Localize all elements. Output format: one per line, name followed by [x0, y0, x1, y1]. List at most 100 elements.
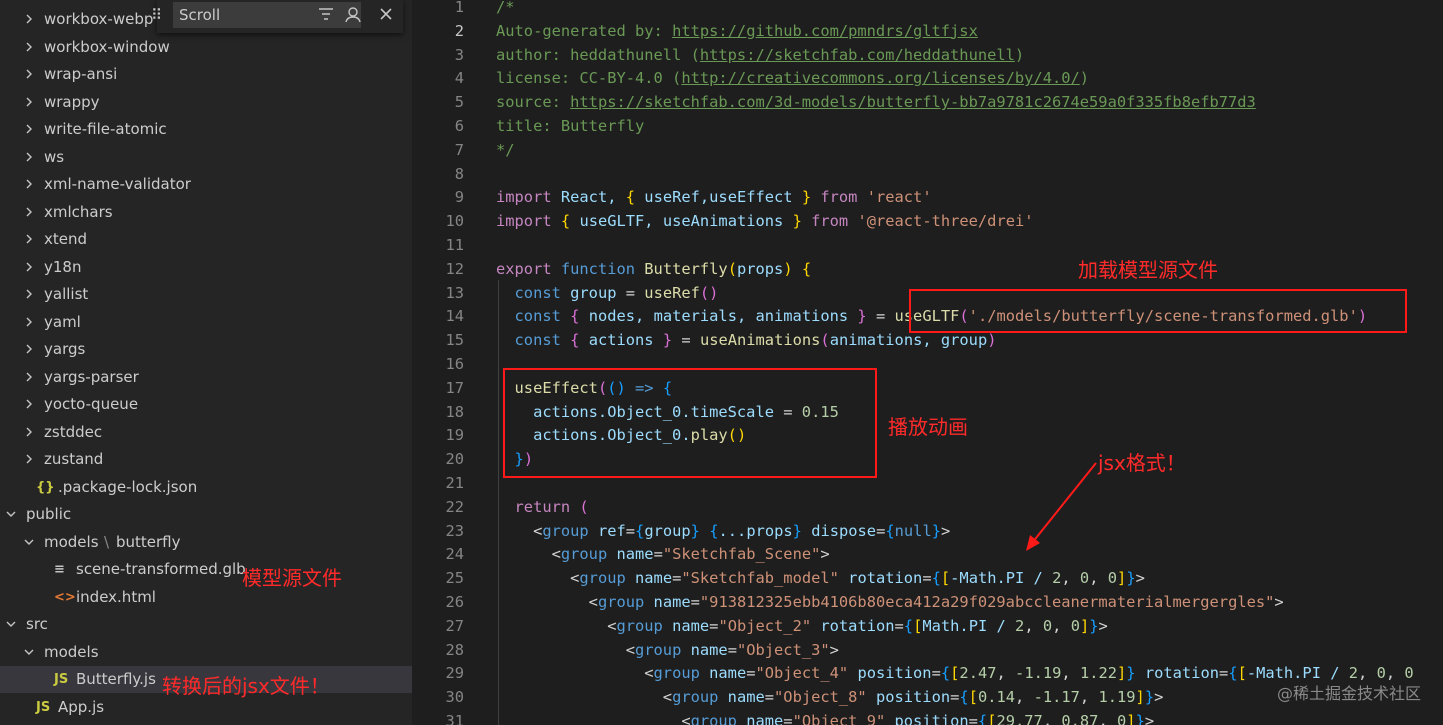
chevron-right-icon[interactable] [22, 226, 36, 253]
chevron-right-icon[interactable] [22, 144, 36, 171]
chevron-right-icon[interactable] [22, 254, 36, 281]
code-token: > [941, 521, 951, 540]
tree-folder[interactable]: yallist [0, 281, 412, 308]
code-token: 0 [1117, 712, 1127, 725]
code-text: Auto-generated by: https://github.com/pm… [496, 20, 978, 44]
chevron-right-icon[interactable] [22, 61, 36, 88]
code-line[interactable]: 9 import React, { useRef,useEffect } from… [412, 186, 1443, 210]
code-line[interactable]: 6 title: Butterfly [412, 115, 1443, 139]
code-token: = [764, 688, 775, 707]
tree-folder[interactable]: xmlchars [0, 199, 412, 226]
tree-folder[interactable]: public [0, 501, 412, 528]
chevron-right-icon[interactable] [22, 171, 36, 198]
tree-item-label: y18n [44, 257, 82, 276]
tree-item-label: App.js [58, 697, 105, 716]
chevron-right-icon[interactable] [22, 364, 36, 391]
chevron-right-icon[interactable] [22, 419, 36, 446]
chevron-right-icon[interactable] [22, 309, 36, 336]
tree-folder[interactable]: ws [0, 144, 412, 171]
code-token: < [496, 569, 580, 588]
code-line[interactable]: 31 <group name="Object_9" position={[29.… [412, 710, 1443, 725]
chevron-right-icon[interactable] [22, 34, 36, 61]
code-line[interactable]: 7 */ [412, 139, 1443, 163]
code-token: -1.17 [1033, 688, 1080, 707]
tree-file[interactable]: {} .package-lock.json [0, 474, 412, 501]
code-line[interactable]: 1 /* [412, 0, 1443, 20]
tree-folder[interactable]: y18n [0, 254, 412, 281]
code-token: rotation [1135, 664, 1219, 683]
code-line[interactable]: 28 <group name="Object_3"> [412, 639, 1443, 663]
chevron-right-icon[interactable] [22, 391, 36, 418]
code-token: { [1228, 664, 1238, 683]
line-number: 9 [454, 188, 464, 207]
code-token: function [551, 259, 645, 278]
tree-item-label: xmlchars [44, 202, 113, 221]
tree-folder[interactable]: models \ butterfly [0, 529, 412, 556]
filter-icon[interactable] [317, 6, 335, 26]
tree-folder[interactable]: wrappy [0, 89, 412, 116]
close-icon[interactable] [377, 5, 395, 27]
chevron-down-icon[interactable] [22, 529, 36, 556]
tree-folder[interactable]: zstddec [0, 419, 412, 446]
tree-folder[interactable]: yocto-queue [0, 391, 412, 418]
code-token: 0.14 [977, 688, 1016, 707]
tree-folder[interactable]: yargs [0, 336, 412, 363]
code-line[interactable]: 27 <group name="Object_2" rotation={[Mat… [412, 615, 1443, 639]
tree-folder[interactable]: src [0, 611, 412, 638]
code-token: , [1024, 616, 1043, 635]
code-token: < [496, 545, 561, 564]
code-line[interactable]: 3 author: heddathunell (https://sketchfab… [412, 44, 1443, 68]
tree-folder[interactable]: zustand [0, 446, 412, 473]
code-token: { [709, 521, 719, 540]
tree-folder[interactable]: models [0, 639, 412, 666]
tree-folder[interactable]: write-file-atomic [0, 116, 412, 143]
code-token: -1.19 [1015, 664, 1062, 683]
fuzzy-match-icon[interactable] [343, 5, 363, 29]
tree-item-label: yocto-queue [44, 395, 139, 413]
chevron-down-icon[interactable] [4, 611, 18, 638]
tree-file[interactable]: ≡ scene-transformed.glb [0, 556, 412, 583]
code-line[interactable]: 12 export function Butterfly(props) { [412, 258, 1443, 282]
tree-folder[interactable]: workbox-window [0, 34, 412, 61]
chevron-right-icon[interactable] [22, 281, 36, 308]
code-line[interactable]: 11 [412, 234, 1443, 258]
tree-file[interactable]: <> index.html [0, 584, 412, 611]
code-token: nodes, materials, animations [579, 307, 858, 326]
code-token: < [496, 664, 654, 683]
js-file-icon: JS [36, 699, 51, 715]
code-token: dispose [801, 521, 877, 540]
code-token: animations, group [829, 331, 988, 350]
drag-handle-icon[interactable]: ⠿ [151, 4, 162, 26]
code-line[interactable]: 8 [412, 163, 1443, 187]
code-line[interactable]: 26 <group name="913812325ebb4106b80eca41… [412, 591, 1443, 615]
code-editor[interactable]: 1 /* 2 Auto-generated by: https://github.co… [412, 0, 1443, 725]
code-text: import React, { useRef,useEffect } from … [496, 186, 932, 210]
code-token: } [1089, 616, 1099, 635]
code-line[interactable]: 4 license: CC-BY-4.0 (http://creativecomm… [412, 67, 1443, 91]
annotation-converted-jsx: 转换后的jsx文件！ [162, 674, 330, 698]
chevron-right-icon[interactable] [22, 336, 36, 363]
code-token: , [1061, 664, 1080, 683]
line-number: 26 [445, 593, 464, 611]
tree-folder[interactable]: yargs-parser [0, 364, 412, 391]
chevron-right-icon[interactable] [22, 89, 36, 116]
chevron-right-icon[interactable] [22, 446, 36, 473]
code-line[interactable]: 5 source: https://sketchfab.com/3d-models… [412, 91, 1443, 115]
code-line[interactable]: 24 <group name="Sketchfab_Scene"> [412, 543, 1443, 567]
tree-folder[interactable]: yaml [0, 309, 412, 336]
tree-folder[interactable]: wrap-ansi [0, 61, 412, 88]
chevron-down-icon[interactable] [22, 639, 36, 666]
code-token: = [876, 521, 886, 540]
code-line[interactable]: 10 import { useGLTF, useAnimations } from… [412, 210, 1443, 234]
tree-folder[interactable]: xtend [0, 226, 412, 253]
code-line[interactable]: 22 return ( [412, 496, 1443, 520]
chevron-right-icon[interactable] [22, 6, 36, 33]
code-line[interactable]: 23 <group ref={group} {...props} dispose… [412, 520, 1443, 544]
tree-folder[interactable]: xml-name-validator [0, 171, 412, 198]
chevron-right-icon[interactable] [22, 199, 36, 226]
code-line[interactable]: 2 Auto-generated by: https://github.com/p… [412, 20, 1443, 44]
code-line[interactable]: 25 <group name="Sketchfab_model" rotatio… [412, 567, 1443, 591]
chevron-down-icon[interactable] [4, 501, 18, 528]
chevron-right-icon[interactable] [22, 116, 36, 143]
code-token: author: heddathunell ( [496, 45, 700, 64]
